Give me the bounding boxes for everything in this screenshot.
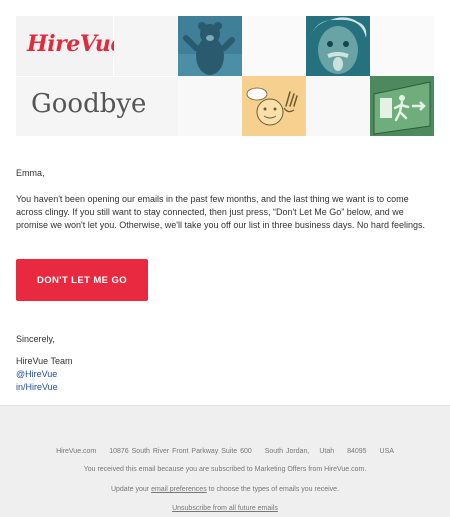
dont-let-me-go-button[interactable]: Don't Let Me Go [16, 259, 148, 301]
unsubscribe-line: Unsubscribe from all future emails [0, 505, 450, 512]
company-address: HireVue.com 10876 South River Front Park… [0, 448, 450, 455]
update-suffix: to choose the types of emails you receiv… [208, 486, 340, 493]
goodbye-tile: Goodbye [16, 76, 178, 136]
city: South Jordan, [264, 448, 310, 455]
blank-tile [178, 76, 242, 136]
email-preferences-link[interactable]: email preferences [151, 486, 207, 493]
exit-sign-tile [370, 76, 434, 136]
bear-icon [178, 16, 242, 76]
hero-banner: HireVue Goodbye [16, 16, 434, 136]
country: USA [379, 448, 394, 455]
team-name: HireVue Team [16, 356, 73, 366]
blank-tile [114, 16, 178, 76]
bear-photo-tile [178, 16, 242, 76]
twitter-link[interactable]: @HireVue [16, 368, 58, 381]
einstein-icon [306, 16, 370, 76]
page-title: Goodbye [31, 89, 147, 119]
blank-tile [242, 16, 306, 76]
state: Utah [319, 448, 335, 455]
company-site: HireVue.com [56, 448, 97, 455]
email-body: Emma, You haven't been opening our email… [16, 167, 434, 232]
message-paragraph: You haven't been opening our emails in t… [16, 194, 425, 230]
unsubscribe-link[interactable]: Unsubscribe from all future emails [172, 505, 278, 512]
hirevue-logo[interactable]: HireVue [27, 31, 124, 57]
waving-emoji-tile [242, 76, 306, 136]
street-address: 10876 South River Front Parkway Suite 60… [109, 448, 252, 455]
subscription-reason: You received this email because you are … [83, 466, 367, 473]
blank-tile [370, 16, 434, 76]
email-footer: HireVue.com 10876 South River Front Park… [0, 405, 450, 517]
waving-emoji-icon [242, 76, 306, 136]
blank-tile [306, 76, 370, 136]
update-prefix: Update your [110, 486, 150, 493]
preferences-line: Update your email preferences to choose … [0, 486, 450, 493]
einstein-photo-tile [306, 16, 370, 76]
exit-sign-icon [370, 76, 434, 136]
zip: 84095 [347, 448, 367, 455]
greeting: Emma, [16, 168, 45, 178]
signoff: Sincerely, [16, 334, 55, 344]
linkedin-link[interactable]: in/HireVue [16, 381, 58, 394]
social-links: @HireVue in/HireVue [16, 368, 58, 394]
logo-tile: HireVue [16, 16, 124, 76]
